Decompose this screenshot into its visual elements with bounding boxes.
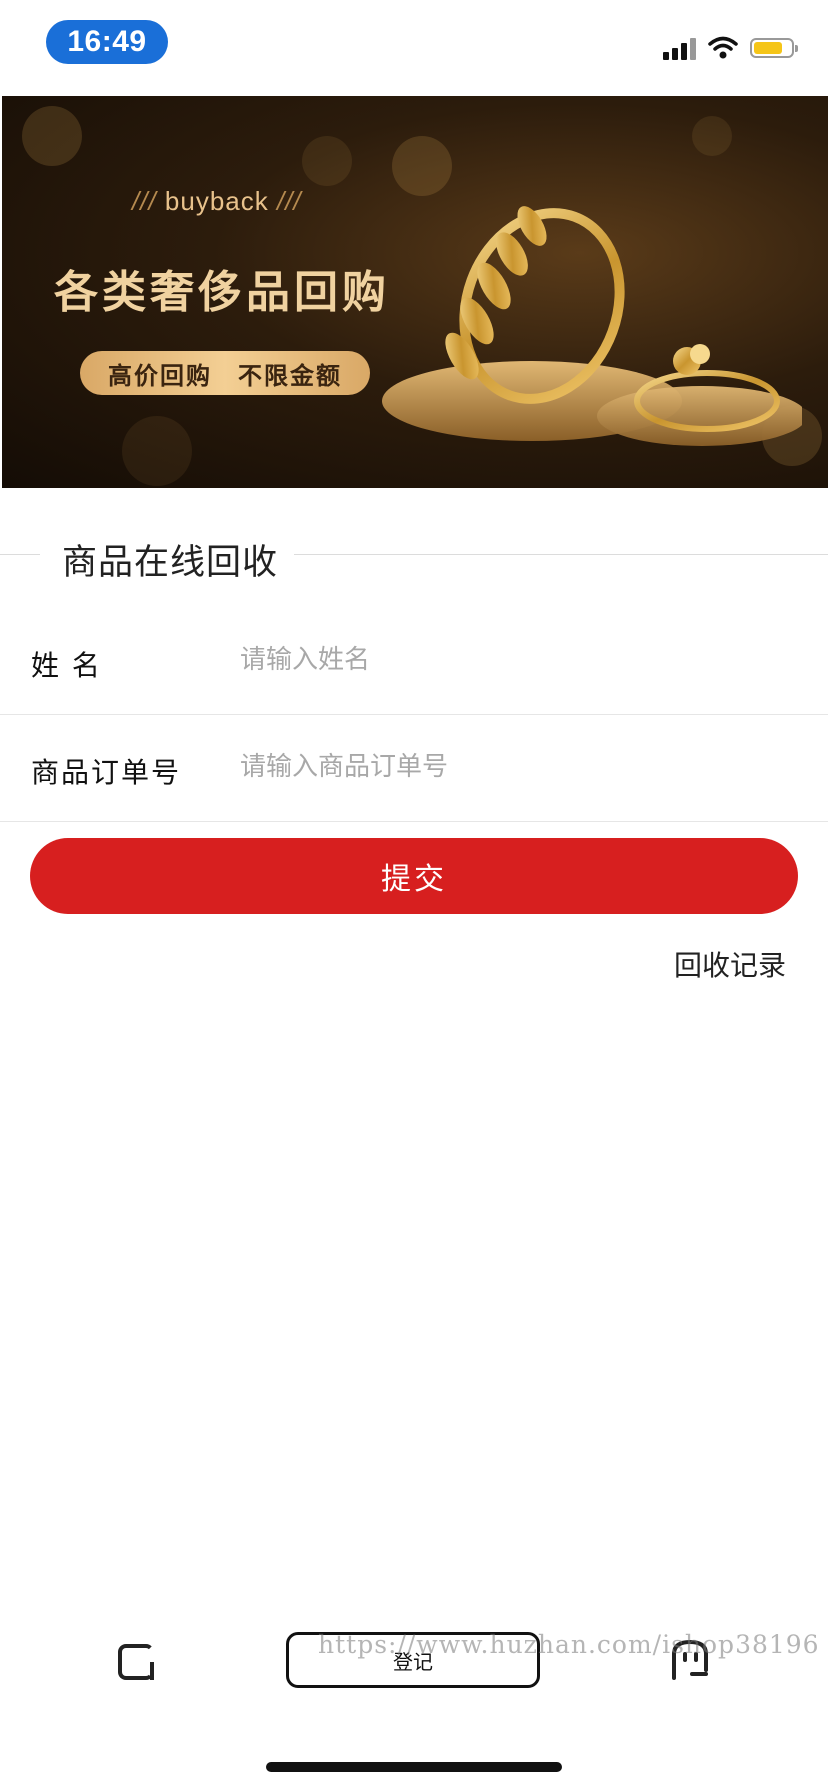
- order-number-input[interactable]: [240, 741, 800, 793]
- chat-face-icon[interactable]: [668, 1638, 712, 1682]
- status-bar: 16:49: [0, 0, 828, 96]
- section-header: 商品在线回收: [0, 526, 828, 586]
- home-indicator[interactable]: [266, 1762, 562, 1772]
- section-divider: [0, 554, 40, 555]
- section-divider: [294, 554, 828, 555]
- order-row: 商品订单号: [0, 715, 828, 822]
- name-input[interactable]: [240, 634, 800, 686]
- section-title: 商品在线回收: [62, 543, 279, 583]
- status-time: 16:49: [46, 20, 168, 64]
- cellular-signal-icon: [663, 36, 696, 60]
- wifi-icon: [708, 36, 738, 59]
- gold-jewelry-illustration: [382, 206, 802, 446]
- order-label: 商品订单号: [31, 756, 182, 789]
- banner-tagline-text: buyback: [164, 186, 269, 216]
- status-icons: [663, 36, 798, 60]
- recycle-records-link[interactable]: 回收记录: [674, 944, 786, 984]
- square-bracket-icon[interactable]: [118, 1644, 154, 1680]
- banner-tagline: /// buyback ///: [132, 186, 302, 216]
- battery-icon: [750, 38, 798, 58]
- banner-headline: 各类奢侈品回购: [54, 267, 390, 318]
- banner-pill: 高价回购 不限金额: [80, 351, 370, 395]
- name-label: 姓 名: [31, 649, 102, 682]
- submit-button[interactable]: 提交: [30, 838, 798, 914]
- promo-banner[interactable]: /// buyback /// 各类奢侈品回购 高价回购 不限金额: [2, 96, 828, 488]
- name-row: 姓 名: [0, 608, 828, 715]
- register-button[interactable]: 登记: [286, 1632, 540, 1688]
- bottom-toolbar: 登记 https://www.huzhan.com/ishop38196: [0, 1600, 828, 1730]
